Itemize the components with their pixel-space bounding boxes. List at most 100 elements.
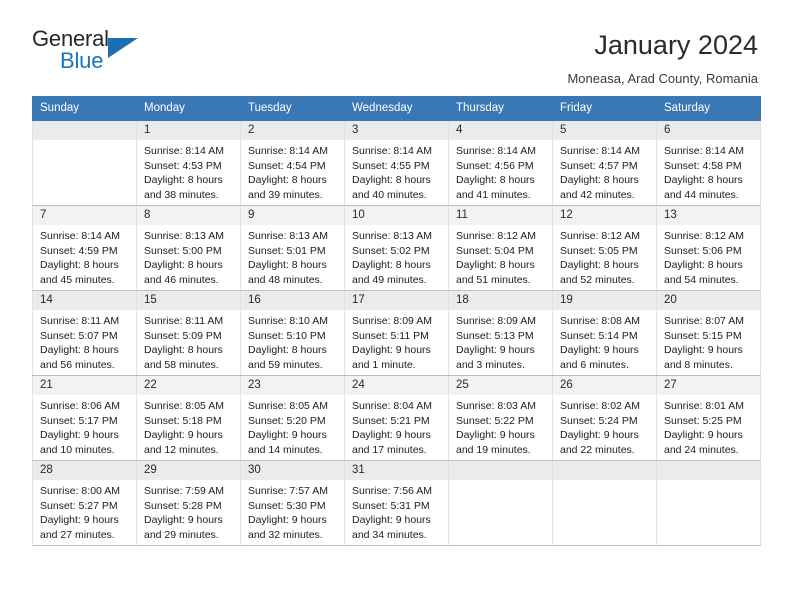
day-details: Sunrise: 8:04 AM Sunset: 5:21 PM Daylight:… xyxy=(345,395,448,457)
daylight-minutes-text: and 39 minutes. xyxy=(248,188,323,201)
day-number: 26 xyxy=(553,376,656,395)
page-title: January 2024 xyxy=(594,30,758,60)
calendar-empty-cell xyxy=(448,460,553,546)
day-number: 27 xyxy=(657,376,760,395)
day-number: 11 xyxy=(449,206,552,225)
title-block: January 2024 Moneasa, Arad County, Roman… xyxy=(152,26,758,86)
daylight-hours-text: Daylight: 9 hours xyxy=(144,429,223,442)
calendar-day-cell[interactable]: 30 Sunrise: 7:57 AM Sunset: 5:30 PM Dayligh… xyxy=(240,460,345,546)
sunset-text: Sunset: 5:00 PM xyxy=(144,244,222,257)
daylight-hours-text: Daylight: 9 hours xyxy=(560,344,639,357)
day-number: 28 xyxy=(33,461,136,480)
daylight-minutes-text: and 12 minutes. xyxy=(144,443,219,456)
calendar-day-cell[interactable]: 11 Sunrise: 8:12 AM Sunset: 5:04 PM Dayligh… xyxy=(448,205,553,291)
calendar-day-cell[interactable]: 14 Sunrise: 8:11 AM Sunset: 5:07 PM Dayligh… xyxy=(32,290,137,376)
sunset-text: Sunset: 4:58 PM xyxy=(664,159,742,172)
calendar-day-cell[interactable]: 6 Sunrise: 8:14 AM Sunset: 4:58 PM Daylight… xyxy=(656,120,761,206)
sunrise-text: Sunrise: 8:14 AM xyxy=(664,145,744,157)
calendar-day-cell[interactable]: 12 Sunrise: 8:12 AM Sunset: 5:05 PM Dayligh… xyxy=(552,205,657,291)
calendar-day-cell[interactable]: 17 Sunrise: 8:09 AM Sunset: 5:11 PM Dayligh… xyxy=(344,290,449,376)
day-number xyxy=(449,461,552,480)
daylight-hours-text: Daylight: 8 hours xyxy=(352,174,431,187)
daylight-minutes-text: and 1 minute. xyxy=(352,358,416,371)
calendar-day-cell[interactable]: 2 Sunrise: 8:14 AM Sunset: 4:54 PM Daylight… xyxy=(240,120,345,206)
calendar-empty-cell xyxy=(656,460,761,546)
weekday-header-wednesday: Wednesday xyxy=(344,96,449,121)
daylight-minutes-text: and 51 minutes. xyxy=(456,273,531,286)
sunset-text: Sunset: 5:31 PM xyxy=(352,499,430,512)
brand-logo[interactable]: General Blue xyxy=(32,26,152,82)
day-details: Sunrise: 8:05 AM Sunset: 5:18 PM Daylight:… xyxy=(137,395,240,457)
daylight-hours-text: Daylight: 9 hours xyxy=(40,514,119,527)
calendar-day-cell[interactable]: 28 Sunrise: 8:00 AM Sunset: 5:27 PM Dayligh… xyxy=(32,460,137,546)
calendar-day-cell[interactable]: 27 Sunrise: 8:01 AM Sunset: 5:25 PM Dayligh… xyxy=(656,375,761,461)
calendar-week-row: 21 Sunrise: 8:06 AM Sunset: 5:17 PM Dayligh… xyxy=(32,375,761,461)
calendar-day-cell[interactable]: 24 Sunrise: 8:04 AM Sunset: 5:21 PM Dayligh… xyxy=(344,375,449,461)
daylight-hours-text: Daylight: 8 hours xyxy=(664,259,743,272)
calendar-day-cell[interactable]: 4 Sunrise: 8:14 AM Sunset: 4:56 PM Daylight… xyxy=(448,120,553,206)
day-number: 17 xyxy=(345,291,448,310)
daylight-minutes-text: and 54 minutes. xyxy=(664,273,739,286)
calendar-day-cell[interactable]: 7 Sunrise: 8:14 AM Sunset: 4:59 PM Daylight… xyxy=(32,205,137,291)
calendar-day-cell[interactable]: 18 Sunrise: 8:09 AM Sunset: 5:13 PM Dayligh… xyxy=(448,290,553,376)
calendar-day-cell[interactable]: 19 Sunrise: 8:08 AM Sunset: 5:14 PM Dayligh… xyxy=(552,290,657,376)
sunrise-text: Sunrise: 8:14 AM xyxy=(40,230,120,242)
calendar-day-cell[interactable]: 10 Sunrise: 8:13 AM Sunset: 5:02 PM Dayligh… xyxy=(344,205,449,291)
sunset-text: Sunset: 5:20 PM xyxy=(248,414,326,427)
sunrise-text: Sunrise: 8:14 AM xyxy=(248,145,328,157)
sunset-text: Sunset: 5:10 PM xyxy=(248,329,326,342)
day-details: Sunrise: 8:12 AM Sunset: 5:05 PM Daylight:… xyxy=(553,225,656,287)
day-details: Sunrise: 8:08 AM Sunset: 5:14 PM Daylight:… xyxy=(553,310,656,373)
calendar-day-cell[interactable]: 3 Sunrise: 8:14 AM Sunset: 4:55 PM Daylight… xyxy=(344,120,449,206)
day-number xyxy=(657,461,760,480)
sunrise-text: Sunrise: 8:00 AM xyxy=(40,485,120,497)
sunset-text: Sunset: 5:01 PM xyxy=(248,244,326,257)
sunrise-text: Sunrise: 8:05 AM xyxy=(248,400,328,412)
calendar-day-cell[interactable]: 22 Sunrise: 8:05 AM Sunset: 5:18 PM Dayligh… xyxy=(136,375,241,461)
sunrise-text: Sunrise: 8:11 AM xyxy=(144,315,224,327)
calendar-day-cell[interactable]: 8 Sunrise: 8:13 AM Sunset: 5:00 PM Daylight… xyxy=(136,205,241,291)
day-details: Sunrise: 8:07 AM Sunset: 5:15 PM Daylight:… xyxy=(657,310,760,373)
daylight-hours-text: Daylight: 9 hours xyxy=(248,429,327,442)
sunset-text: Sunset: 5:30 PM xyxy=(248,499,326,512)
calendar-day-cell[interactable]: 1 Sunrise: 8:14 AM Sunset: 4:53 PM Daylight… xyxy=(136,120,241,206)
daylight-hours-text: Daylight: 9 hours xyxy=(456,429,535,442)
day-number: 5 xyxy=(553,121,656,140)
daylight-hours-text: Daylight: 8 hours xyxy=(144,174,223,187)
calendar-day-cell[interactable]: 23 Sunrise: 8:05 AM Sunset: 5:20 PM Dayligh… xyxy=(240,375,345,461)
sunset-text: Sunset: 4:55 PM xyxy=(352,159,430,172)
calendar-day-cell[interactable]: 29 Sunrise: 7:59 AM Sunset: 5:28 PM Dayligh… xyxy=(136,460,241,546)
brand-name-blue: Blue xyxy=(60,48,104,73)
daylight-minutes-text: and 22 minutes. xyxy=(560,443,635,456)
day-number: 22 xyxy=(137,376,240,395)
sunset-text: Sunset: 5:09 PM xyxy=(144,329,222,342)
sunset-text: Sunset: 5:15 PM xyxy=(664,329,742,342)
daylight-minutes-text: and 17 minutes. xyxy=(352,443,427,456)
sunrise-text: Sunrise: 8:01 AM xyxy=(664,400,744,412)
sunrise-text: Sunrise: 8:13 AM xyxy=(352,230,432,242)
calendar-day-cell[interactable]: 15 Sunrise: 8:11 AM Sunset: 5:09 PM Dayligh… xyxy=(136,290,241,376)
page-header: General Blue January 2024 Moneasa, Arad … xyxy=(0,0,792,96)
sunset-text: Sunset: 4:54 PM xyxy=(248,159,326,172)
day-number: 13 xyxy=(657,206,760,225)
calendar-day-cell[interactable]: 13 Sunrise: 8:12 AM Sunset: 5:06 PM Dayligh… xyxy=(656,205,761,291)
sunset-text: Sunset: 5:28 PM xyxy=(144,499,222,512)
calendar-day-cell[interactable]: 9 Sunrise: 8:13 AM Sunset: 5:01 PM Daylight… xyxy=(240,205,345,291)
day-details: Sunrise: 8:10 AM Sunset: 5:10 PM Daylight:… xyxy=(241,310,344,373)
calendar-day-cell[interactable]: 25 Sunrise: 8:03 AM Sunset: 5:22 PM Dayligh… xyxy=(448,375,553,461)
calendar-day-cell[interactable]: 26 Sunrise: 8:02 AM Sunset: 5:24 PM Dayligh… xyxy=(552,375,657,461)
day-details xyxy=(33,140,136,144)
day-number: 19 xyxy=(553,291,656,310)
daylight-minutes-text: and 58 minutes. xyxy=(144,358,219,371)
calendar-day-cell[interactable]: 16 Sunrise: 8:10 AM Sunset: 5:10 PM Dayligh… xyxy=(240,290,345,376)
daylight-minutes-text: and 52 minutes. xyxy=(560,273,635,286)
day-number: 25 xyxy=(449,376,552,395)
daylight-hours-text: Daylight: 9 hours xyxy=(352,344,431,357)
calendar-day-cell[interactable]: 5 Sunrise: 8:14 AM Sunset: 4:57 PM Daylight… xyxy=(552,120,657,206)
calendar-day-cell[interactable]: 31 Sunrise: 7:56 AM Sunset: 5:31 PM Dayligh… xyxy=(344,460,449,546)
sunrise-text: Sunrise: 8:11 AM xyxy=(40,315,120,327)
daylight-hours-text: Daylight: 9 hours xyxy=(664,344,743,357)
calendar-day-cell[interactable]: 20 Sunrise: 8:07 AM Sunset: 5:15 PM Dayligh… xyxy=(656,290,761,376)
calendar-day-cell[interactable]: 21 Sunrise: 8:06 AM Sunset: 5:17 PM Dayligh… xyxy=(32,375,137,461)
day-details: Sunrise: 8:02 AM Sunset: 5:24 PM Daylight:… xyxy=(553,395,656,457)
